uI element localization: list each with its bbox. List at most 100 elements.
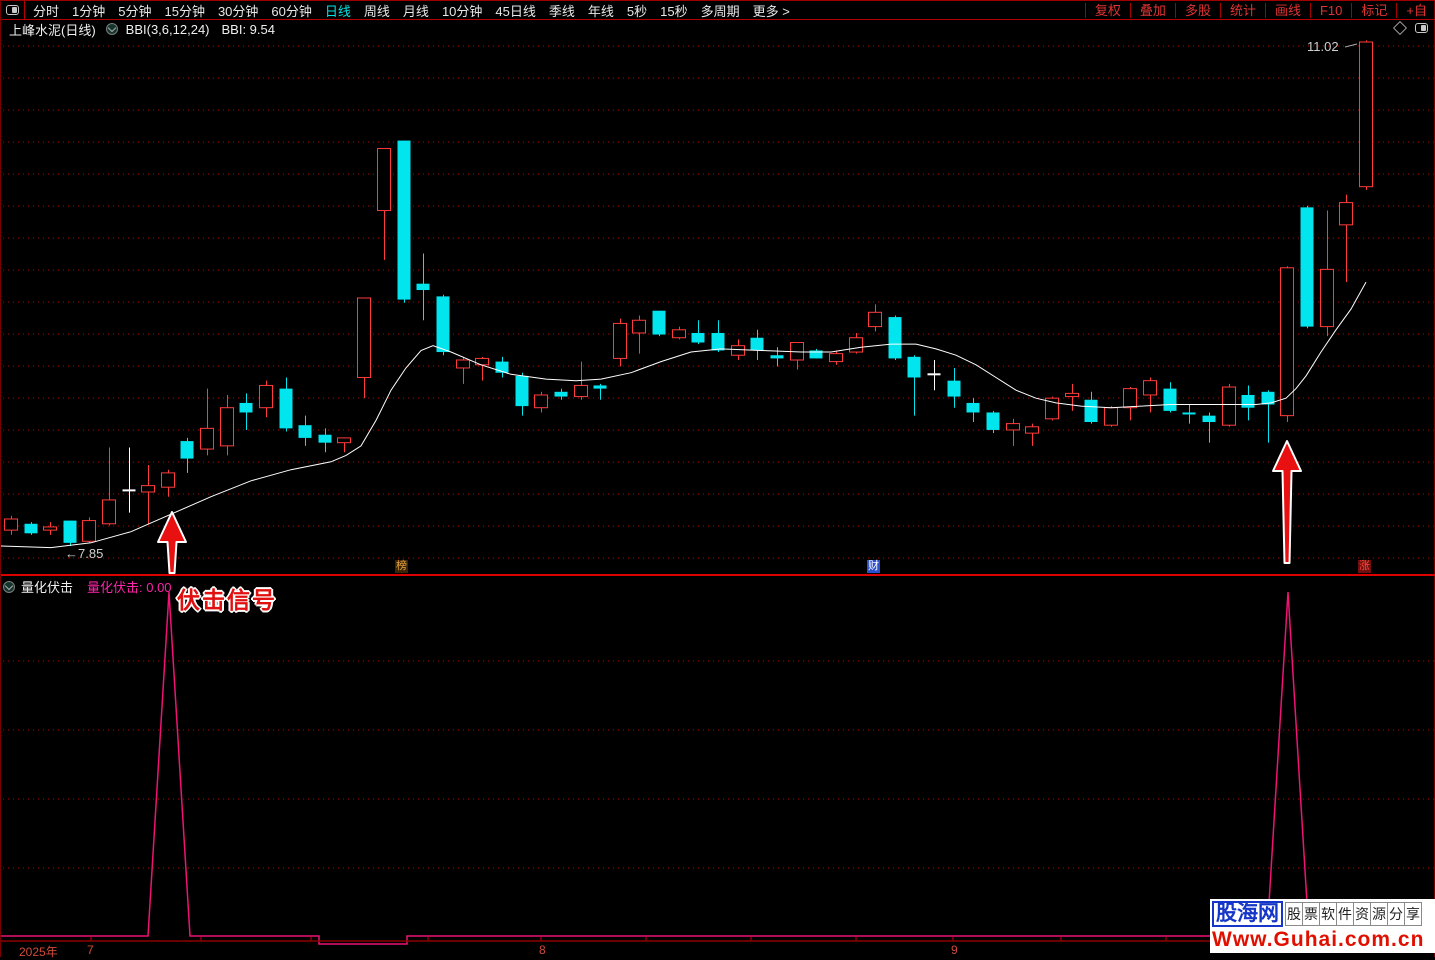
candle-up [1123, 387, 1137, 421]
toolbar-item-30分钟[interactable]: 30分钟 [216, 1, 260, 20]
candle-down [1182, 404, 1196, 424]
indicator-panel-header: 量化伏击 量化伏击: 0.00 [3, 577, 172, 596]
axis-month-label: 9 [951, 943, 958, 957]
candle-down [1202, 412, 1216, 443]
candle-up [82, 517, 96, 543]
candle-down [1163, 382, 1177, 413]
candle-down [1300, 205, 1314, 329]
panel-dropdown-icon[interactable] [3, 580, 15, 593]
candle-doji [122, 447, 136, 513]
candle-up [377, 148, 391, 260]
toolbar-item-季线[interactable]: 季线 [547, 1, 577, 20]
candle-down [888, 315, 902, 360]
candle-up [4, 515, 18, 535]
candle-down [515, 372, 529, 416]
price-low-label: ←7.85 [65, 546, 104, 561]
watermark-tagline-char: 票 [1302, 902, 1320, 926]
candle-up [1320, 210, 1334, 337]
watermark-tagline-char: 件 [1336, 902, 1354, 926]
toolbar-item-月线[interactable]: 月线 [401, 1, 431, 20]
toolbar-item-日线[interactable]: 日线 [323, 1, 353, 20]
toolbar-item-叠加[interactable]: 叠加 [1129, 2, 1175, 18]
indicator-value-label: 量化伏击: 0.00 [87, 580, 172, 595]
stock-title[interactable]: 上峰水泥(日线) [9, 20, 96, 39]
candle-up [534, 391, 548, 413]
toolbar-item-1分钟[interactable]: 1分钟 [70, 1, 107, 20]
toolbar-item-统计[interactable]: 统计 [1219, 2, 1265, 18]
trading-app-window: 分时 1分钟 5分钟 15分钟 30分钟 60分钟 日线 周线 月线 10分钟 45日线 季线 年线 5秒… [0, 0, 1435, 959]
candle-down [279, 377, 293, 432]
indicator-dropdown-icon[interactable] [105, 23, 118, 35]
toolbar-item-多股[interactable]: 多股 [1174, 2, 1220, 18]
toolbar-item-15分钟[interactable]: 15分钟 [162, 1, 206, 20]
candle-up [200, 388, 214, 456]
candle-up [1006, 418, 1020, 446]
candle-down [691, 320, 705, 345]
toolbar-item-15秒[interactable]: 15秒 [658, 1, 689, 20]
panel-divider[interactable] [1, 574, 1435, 576]
candle-down [397, 140, 411, 303]
candle-down [495, 356, 509, 378]
window-layout-button[interactable] [1, 1, 25, 19]
ticker-badge[interactable]: 财 [867, 560, 880, 573]
toolbar-item-周线[interactable]: 周线 [362, 1, 392, 20]
candle-down [1241, 385, 1255, 421]
toolbar-item-45日线[interactable]: 45日线 [493, 1, 537, 20]
candle-up [1339, 194, 1353, 283]
candle-up [161, 469, 175, 497]
candle-down [298, 415, 312, 446]
candle-up [868, 304, 882, 332]
toolbar-item-标记[interactable]: 标记 [1351, 2, 1396, 18]
watermark-url: Www.Guhai.com.cn [1212, 928, 1425, 951]
toolbar-item-多周期[interactable]: 多周期 [699, 1, 742, 20]
signal-annotation: 伏击信号 [177, 587, 277, 613]
watermark-site-name: 股海网 [1212, 901, 1283, 927]
candle-down [180, 437, 194, 473]
toolbar-item-画线[interactable]: 画线 [1264, 2, 1310, 18]
toolbar-item-复权[interactable]: 复权 [1084, 2, 1130, 18]
axis-year-label: 2025年 [19, 945, 58, 959]
candle-down [318, 428, 332, 453]
watermark-tagline-char: 享 [1404, 902, 1422, 926]
candle-down [239, 393, 253, 430]
candle-up [1359, 40, 1373, 190]
watermark: 股海网 股票软件资源分享 Www.Guhai.com.cn [1210, 899, 1435, 953]
candle-up [475, 356, 489, 381]
candle-down [1261, 390, 1275, 443]
window-icon[interactable] [1415, 23, 1428, 33]
toolbar-item-+自[interactable]: +自 [1396, 2, 1435, 18]
diamond-icon[interactable] [1392, 20, 1408, 36]
indicator-panel-name[interactable]: 量化伏击 [21, 577, 73, 596]
bbi-line [1, 281, 1367, 549]
candle-down [24, 522, 38, 535]
toolbar-item-F10[interactable]: F10 [1309, 2, 1351, 18]
toolbar-item-更多 >[interactable]: 更多 > [751, 1, 792, 20]
ticker-badge[interactable]: 涨 [1358, 560, 1371, 573]
indicator-signal-line [1, 591, 1435, 945]
toolbar-item-10分钟[interactable]: 10分钟 [440, 1, 484, 20]
toolbar-item-分时[interactable]: 分时 [31, 1, 61, 20]
candle-up [790, 342, 804, 370]
toolbar-right-menu: 复权 叠加 多股 统计 画线 F10 标记 +自 [1084, 1, 1435, 19]
candle-doji [927, 360, 941, 391]
candle-down [1084, 391, 1098, 424]
buy-signal-arrow [1272, 440, 1302, 564]
candle-up [632, 315, 646, 354]
candlestick-chart[interactable] [1, 0, 1435, 957]
candle-down [966, 398, 980, 423]
ticker-badge[interactable]: 榜 [395, 560, 408, 573]
toolbar-item-60分钟[interactable]: 60分钟 [269, 1, 313, 20]
candle-up [102, 447, 116, 526]
candle-down [750, 329, 764, 360]
toolbar-item-5秒[interactable]: 5秒 [625, 1, 649, 20]
bbi-params-label: BBI(3,6,12,24) [125, 21, 210, 37]
toolbar-item-年线[interactable]: 年线 [586, 1, 616, 20]
candle-down [770, 347, 784, 367]
buy-signal-arrow [157, 511, 187, 574]
period-toolbar: 分时 1分钟 5分钟 15分钟 30分钟 60分钟 日线 周线 月线 10分钟 45日线 季线 年线 5秒… [1, 0, 1435, 20]
candle-up [357, 297, 371, 399]
candle-up [1222, 383, 1236, 427]
watermark-tagline: 股票软件资源分享 [1285, 902, 1422, 926]
toolbar-item-5分钟[interactable]: 5分钟 [116, 1, 153, 20]
candle-down [593, 383, 607, 400]
